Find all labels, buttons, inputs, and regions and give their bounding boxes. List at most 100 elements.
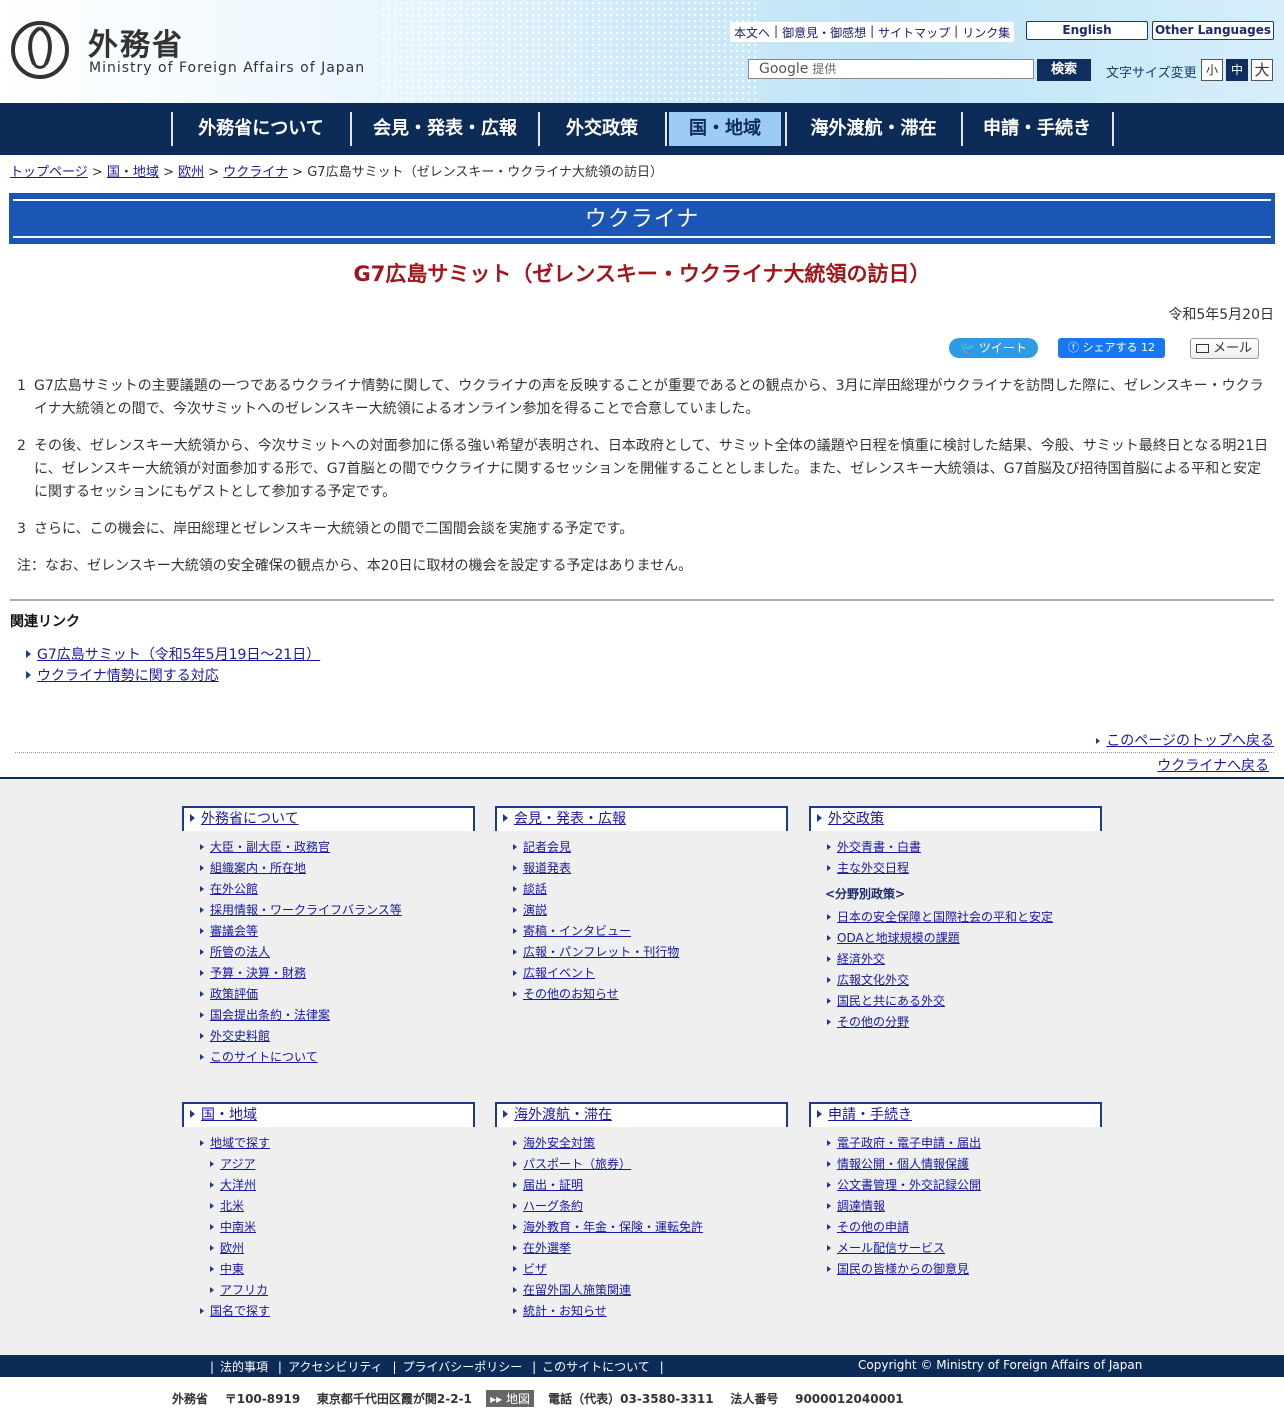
related-link-g7-summit[interactable]: G7広島サミット（令和5年5月19日～21日）: [37, 647, 320, 663]
util-link-feedback[interactable]: 御意見・御感想: [782, 24, 866, 40]
legal-link[interactable]: 法的事項: [220, 1360, 268, 1374]
footer-head-about[interactable]: 外務省について: [201, 811, 299, 827]
nav-applications[interactable]: 申請・手続き: [963, 112, 1111, 146]
breadcrumb-ukraine[interactable]: ウクライナ: [223, 165, 288, 180]
logo-english[interactable]: Ministry of Foreign Affairs of Japan: [89, 60, 365, 76]
back-to-ukraine-link[interactable]: ウクライナへ戻る: [1157, 758, 1269, 774]
footer-link[interactable]: アフリカ: [220, 1283, 268, 1297]
footer-link[interactable]: 記者会見: [523, 840, 571, 854]
related-link-ukraine-response[interactable]: ウクライナ情勢に関する対応: [37, 668, 219, 684]
footer-link[interactable]: ビザ: [523, 1262, 547, 1276]
footer-link[interactable]: 政策評価: [210, 987, 258, 1001]
util-link-main-content[interactable]: 本文へ: [734, 24, 770, 40]
footer-link[interactable]: 在外公館: [210, 882, 258, 896]
facebook-share-button[interactable]: ⓕ シェアする 12: [1058, 338, 1165, 358]
footer-link[interactable]: 日本の安全保障と国際社会の平和と安定: [837, 910, 1053, 924]
footer-link[interactable]: 大臣・副大臣・政務官: [210, 840, 330, 854]
footer-link[interactable]: 広報イベント: [523, 966, 595, 980]
footer-link[interactable]: 在留外国人施策関連: [523, 1283, 631, 1297]
footer-link[interactable]: 公文書管理・外交記録公開: [837, 1178, 981, 1192]
footer-link[interactable]: 北米: [220, 1199, 244, 1213]
footer-link[interactable]: 情報公開・個人情報保護: [837, 1157, 969, 1171]
util-link-sitemap[interactable]: サイトマップ: [878, 24, 950, 40]
footer-link[interactable]: 統計・お知らせ: [523, 1304, 607, 1318]
nav-countries-regions[interactable]: 国・地域: [669, 112, 781, 146]
mofa-emblem-icon[interactable]: [10, 20, 70, 80]
footer-link[interactable]: 海外教育・年金・保険・運転免許: [523, 1220, 703, 1234]
footer-link[interactable]: 演説: [523, 903, 547, 917]
footer-link[interactable]: アジア: [220, 1157, 256, 1171]
privacy-link[interactable]: プライバシーポリシー: [403, 1360, 523, 1374]
footer-link[interactable]: 地域で探す: [210, 1136, 270, 1150]
arrow-right-icon: [827, 1224, 831, 1230]
footer-link[interactable]: 国民と共にある外交: [837, 994, 945, 1008]
footer-link[interactable]: 外交史料館: [210, 1029, 270, 1043]
arrow-right-icon: [827, 1266, 831, 1272]
mail-share-button[interactable]: メール: [1190, 338, 1259, 359]
arrow-right-icon: [513, 1203, 517, 1209]
footer-link[interactable]: その他の分野: [837, 1015, 909, 1029]
footer-link[interactable]: 広報文化外交: [837, 973, 909, 987]
footer-link[interactable]: 国名で探す: [210, 1304, 270, 1318]
breadcrumb-europe[interactable]: 欧州: [178, 165, 204, 180]
footer-link[interactable]: 中東: [220, 1262, 244, 1276]
footer-link[interactable]: 審議会等: [210, 924, 258, 938]
footer-link[interactable]: 大洋州: [220, 1178, 256, 1192]
footer-link[interactable]: ハーグ条約: [523, 1199, 583, 1213]
english-button[interactable]: English: [1026, 21, 1148, 40]
footer-link[interactable]: 主な外交日程: [837, 861, 909, 875]
footer-link[interactable]: 国会提出条約・法律案: [210, 1008, 330, 1022]
breadcrumb-countries[interactable]: 国・地域: [107, 165, 159, 180]
nav-press[interactable]: 会見・発表・広報: [352, 112, 538, 146]
footer-link[interactable]: その他の申請: [837, 1220, 909, 1234]
util-link-links[interactable]: リンク集: [962, 24, 1010, 40]
font-size-large-button[interactable]: 大: [1251, 59, 1273, 81]
footer-head-countries[interactable]: 国・地域: [201, 1107, 257, 1123]
footer-link[interactable]: 談話: [523, 882, 547, 896]
footer-list-item: ODAと地球規模の課題: [809, 928, 1102, 949]
footer-link[interactable]: 予算・決算・財務: [210, 966, 306, 980]
footer-link[interactable]: パスポート（旅券）: [523, 1157, 631, 1171]
arrow-right-icon: [210, 1224, 214, 1230]
other-languages-button[interactable]: Other Languages: [1152, 21, 1274, 40]
search-button[interactable]: 検索: [1037, 59, 1091, 81]
footer-link[interactable]: 調達情報: [837, 1199, 885, 1213]
nav-about-mofa[interactable]: 外務省について: [173, 112, 349, 146]
search-input[interactable]: Google 提供: [748, 59, 1034, 79]
footer-link[interactable]: 電子政府・電子申請・届出: [837, 1136, 981, 1150]
footer-link[interactable]: 欧州: [220, 1241, 244, 1255]
about-site-link[interactable]: このサイトについて: [542, 1360, 650, 1374]
footer-link[interactable]: 中南米: [220, 1220, 256, 1234]
footer-link[interactable]: その他のお知らせ: [523, 987, 619, 1001]
font-size-medium-button[interactable]: 中: [1226, 59, 1248, 81]
footer-link[interactable]: 在外選挙: [523, 1241, 571, 1255]
footer-head-press[interactable]: 会見・発表・広報: [514, 811, 626, 827]
footer-link[interactable]: このサイトについて: [210, 1050, 318, 1064]
footer-head-travel[interactable]: 海外渡航・滞在: [514, 1107, 612, 1123]
map-button[interactable]: ▸▸ 地図: [486, 1390, 534, 1407]
footer-link[interactable]: 広報・パンフレット・刊行物: [523, 945, 679, 959]
footer-head-policy[interactable]: 外交政策: [828, 811, 884, 827]
accessibility-link[interactable]: アクセシビリティ: [288, 1360, 383, 1374]
nav-travel[interactable]: 海外渡航・滞在: [787, 112, 960, 146]
tweet-button[interactable]: 🐦 ツイート: [949, 338, 1038, 358]
font-size-small-button[interactable]: 小: [1201, 59, 1223, 81]
footer-link[interactable]: ODAと地球規模の課題: [837, 931, 960, 945]
footer-link[interactable]: メール配信サービス: [837, 1241, 945, 1255]
footer-link[interactable]: 寄稿・インタビュー: [523, 924, 631, 938]
logo-japanese[interactable]: 外務省: [88, 20, 184, 64]
footer-head-applications[interactable]: 申請・手続き: [828, 1107, 912, 1123]
footer-link[interactable]: 採用情報・ワークライフバランス等: [210, 903, 402, 917]
footer-link[interactable]: 報道発表: [523, 861, 571, 875]
arrow-right-icon: [513, 1161, 517, 1167]
breadcrumb-top[interactable]: トップページ: [10, 165, 88, 180]
footer-link[interactable]: 所管の法人: [210, 945, 270, 959]
footer-link[interactable]: 海外安全対策: [523, 1136, 595, 1150]
footer-link[interactable]: 組織案内・所在地: [210, 861, 306, 875]
footer-link[interactable]: 外交青書・白書: [837, 840, 921, 854]
footer-link[interactable]: 国民の皆様からの御意見: [837, 1262, 969, 1276]
nav-foreign-policy[interactable]: 外交政策: [540, 112, 664, 146]
footer-link[interactable]: 経済外交: [837, 952, 885, 966]
back-to-top-link[interactable]: このページのトップへ戻る: [1106, 733, 1274, 749]
footer-link[interactable]: 届出・証明: [523, 1178, 583, 1192]
